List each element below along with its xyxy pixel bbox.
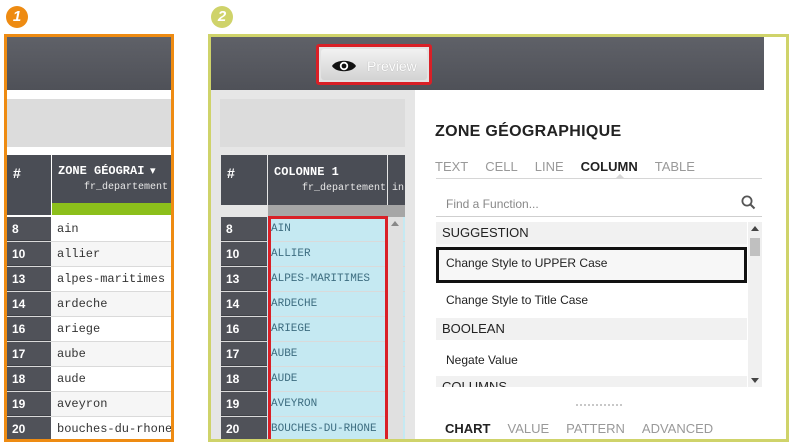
step-1-badge: 1 xyxy=(6,6,28,28)
table-row[interactable]: 19 aveyron xyxy=(7,392,171,417)
row-index: 8 xyxy=(7,217,51,241)
column-header-colonne[interactable]: COLONNE 1 fr_departement xyxy=(268,155,387,205)
cell-value[interactable]: allier xyxy=(51,242,171,266)
cell-value[interactable]: bouches-du-rhone xyxy=(51,417,171,439)
cell-value[interactable]: aube xyxy=(51,342,171,366)
eye-icon xyxy=(332,60,356,72)
search-input[interactable]: Find a Function... xyxy=(446,197,539,211)
scroll-up-icon[interactable] xyxy=(391,221,399,226)
cell-value[interactable]: ain xyxy=(51,217,171,241)
app-header-bar xyxy=(211,37,764,90)
row-index: 20 xyxy=(7,417,51,439)
table-row[interactable]: 10 allier xyxy=(7,242,171,267)
index-hash: # xyxy=(13,165,21,181)
row-index: 16 xyxy=(221,317,267,341)
row-index: 16 xyxy=(7,317,51,341)
bottom-tabs: CHART VALUE PATTERN ADVANCED xyxy=(445,421,713,436)
sort-caret-icon[interactable]: ▾ xyxy=(150,164,156,177)
cell-value[interactable]: alpes-maritimes xyxy=(51,267,171,291)
row-index: 18 xyxy=(221,367,267,391)
preview-button-face: Preview xyxy=(321,49,427,80)
search-icon[interactable] xyxy=(741,195,756,210)
table-row[interactable]: 8 ain xyxy=(7,217,171,242)
toolbar-placeholder xyxy=(220,99,405,147)
preview-label: Preview xyxy=(367,58,417,74)
cell-value[interactable]: aveyron xyxy=(51,392,171,416)
next-column-type: in xyxy=(392,183,405,194)
row-index: 19 xyxy=(221,392,267,416)
function-search-field[interactable]: Find a Function... xyxy=(436,190,762,217)
next-column-header[interactable]: in xyxy=(388,155,405,205)
grid-scrollbar[interactable] xyxy=(388,217,403,439)
scroll-up-icon[interactable] xyxy=(751,226,759,231)
column-name-heading: ZONE GÉOGRAPHIQUE xyxy=(435,123,622,140)
row-index: 18 xyxy=(7,367,51,391)
index-column-header: # xyxy=(221,155,267,205)
tab-column[interactable]: COLUMN xyxy=(581,159,638,174)
column-header-type: fr_departement xyxy=(84,182,169,193)
active-tab-pointer-icon xyxy=(615,174,625,179)
function-item-title[interactable]: Change Style to Title Case xyxy=(436,293,588,307)
step-2-badge: 2 xyxy=(211,6,233,28)
tab-chart[interactable]: CHART xyxy=(445,421,491,436)
app-header-bar xyxy=(7,37,171,90)
table-row[interactable]: 13 alpes-maritimes xyxy=(7,267,171,292)
panel-after: Preview # COLONNE 1 fr_departement in 8 A… xyxy=(208,34,789,442)
row-index: 10 xyxy=(7,242,51,266)
tab-pattern[interactable]: PATTERN xyxy=(566,421,625,436)
section-boolean: BOOLEAN xyxy=(436,318,747,340)
row-index: 10 xyxy=(221,242,267,266)
cell-value[interactable]: aude xyxy=(51,367,171,391)
tabs-divider xyxy=(436,178,762,179)
row-index: 14 xyxy=(221,292,267,316)
index-hash: # xyxy=(227,165,235,181)
tab-text[interactable]: TEXT xyxy=(435,159,468,174)
column-header-type: fr_departement xyxy=(302,183,387,194)
row-index: 17 xyxy=(221,342,267,366)
cell-value[interactable]: ardeche xyxy=(51,292,171,316)
section-columns: COLUMNS xyxy=(436,376,747,387)
column-header-zone[interactable]: ZONE GÉOGRAI ▾ fr_departement xyxy=(52,155,171,215)
function-list-scrollbar[interactable] xyxy=(748,222,762,387)
tab-line[interactable]: LINE xyxy=(535,159,564,174)
table-row[interactable]: 18 aude xyxy=(7,367,171,392)
row-index: 8 xyxy=(221,217,267,241)
table-row[interactable]: 14 ardeche xyxy=(7,292,171,317)
panel-before: # ZONE GÉOGRAI ▾ fr_departement 8 ain 10 a… xyxy=(4,34,174,442)
tab-table[interactable]: TABLE xyxy=(655,159,695,174)
scroll-thumb[interactable] xyxy=(750,238,760,256)
tab-advanced[interactable]: ADVANCED xyxy=(642,421,713,436)
tab-cell[interactable]: CELL xyxy=(485,159,518,174)
row-index: 13 xyxy=(7,267,51,291)
table-row[interactable]: 20 bouches-du-rhone xyxy=(7,417,171,439)
table-row[interactable]: 17 aube xyxy=(7,342,171,367)
column-quality-bar xyxy=(52,203,171,215)
uppercase-cells-highlight xyxy=(268,216,388,439)
row-index: 13 xyxy=(221,267,267,291)
section-suggestion: SUGGESTION xyxy=(436,222,747,244)
panel-splitter-grip[interactable] xyxy=(576,404,622,406)
function-category-tabs: TEXT CELL LINE COLUMN TABLE xyxy=(435,159,695,174)
selected-function-highlight xyxy=(436,247,747,283)
column-header-title: ZONE GÉOGRAI xyxy=(58,164,145,178)
function-item-negate[interactable]: Negate Value xyxy=(436,353,518,367)
row-index: 14 xyxy=(7,292,51,316)
table-row[interactable]: 16 ariege xyxy=(7,317,171,342)
toolbar-placeholder xyxy=(7,99,171,147)
index-column-header: # xyxy=(7,155,51,215)
row-index: 19 xyxy=(7,392,51,416)
preview-button[interactable]: Preview xyxy=(316,44,432,85)
scroll-down-icon[interactable] xyxy=(751,378,759,383)
tab-value[interactable]: VALUE xyxy=(508,421,550,436)
row-index: 17 xyxy=(7,342,51,366)
row-index: 20 xyxy=(221,417,267,439)
cell-value[interactable]: ariege xyxy=(51,317,171,341)
column-header-title: COLONNE 1 xyxy=(274,165,339,179)
table-body-before: 8 ain 10 allier 13 alpes-maritimes 14 ardech… xyxy=(7,217,171,439)
